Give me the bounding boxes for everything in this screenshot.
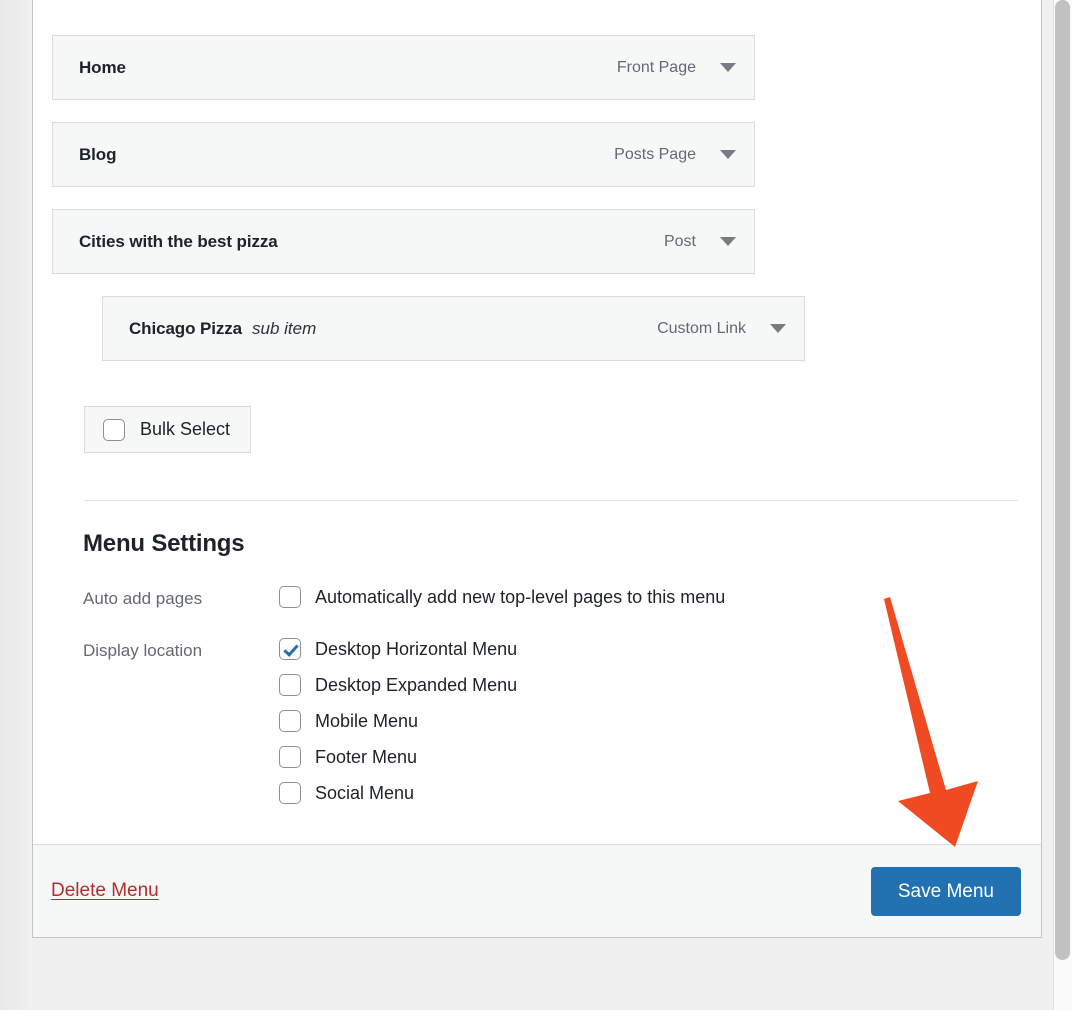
display-location-checkbox-desktop-expanded[interactable] xyxy=(279,674,301,696)
display-location-label: Display location xyxy=(83,638,279,664)
display-location-option-desktop-horizontal[interactable]: Desktop Horizontal Menu xyxy=(279,638,517,660)
auto-add-pages-option[interactable]: Automatically add new top-level pages to… xyxy=(279,586,725,608)
display-location-option-desktop-expanded[interactable]: Desktop Expanded Menu xyxy=(279,674,517,696)
vertical-scrollbar[interactable] xyxy=(1053,0,1072,1010)
bulk-select-label: Bulk Select xyxy=(140,419,230,440)
display-location-option-mobile[interactable]: Mobile Menu xyxy=(279,710,517,732)
menu-item-row[interactable]: Home Front Page xyxy=(52,35,755,100)
menu-editor-panel: Home Front Page Blog Posts Page Cities w… xyxy=(32,0,1042,938)
bulk-select-checkbox[interactable] xyxy=(103,419,125,441)
auto-add-pages-checkbox[interactable] xyxy=(279,586,301,608)
menu-item-meta: Post xyxy=(664,233,754,251)
menu-item-meta: Custom Link xyxy=(657,320,804,338)
menu-item-row[interactable]: Cities with the best pizza Post xyxy=(52,209,755,274)
auto-add-pages-label: Auto add pages xyxy=(83,586,279,612)
display-location-option-label: Social Menu xyxy=(315,782,414,804)
bulk-select-button[interactable]: Bulk Select xyxy=(84,406,251,453)
display-location-checkbox-mobile[interactable] xyxy=(279,710,301,732)
auto-add-pages-options: Automatically add new top-level pages to… xyxy=(279,586,725,608)
display-location-option-label: Footer Menu xyxy=(315,746,417,768)
auto-add-pages-option-label: Automatically add new top-level pages to… xyxy=(315,586,725,608)
menu-item-title: Chicago Pizza xyxy=(103,319,242,339)
display-location-checkbox-desktop-horizontal[interactable] xyxy=(279,638,301,660)
menu-item-type: Custom Link xyxy=(657,320,746,338)
screenshot-root: Home Front Page Blog Posts Page Cities w… xyxy=(0,0,1072,1010)
menu-item-type: Front Page xyxy=(617,59,696,77)
menu-editor-footer: Delete Menu Save Menu xyxy=(33,844,1041,937)
auto-add-pages-row: Auto add pages Automatically add new top… xyxy=(83,586,725,612)
display-location-options: Desktop Horizontal Menu Desktop Expanded… xyxy=(279,638,517,804)
menu-item-title: Home xyxy=(53,58,126,78)
menu-item-title: Blog xyxy=(53,145,116,165)
display-location-option-label: Mobile Menu xyxy=(315,710,418,732)
menu-editor-body: Home Front Page Blog Posts Page Cities w… xyxy=(33,0,1041,844)
display-location-checkbox-footer[interactable] xyxy=(279,746,301,768)
left-edge-shading xyxy=(0,0,32,1010)
menu-item-type: Posts Page xyxy=(614,146,696,164)
menu-item-row[interactable]: Blog Posts Page xyxy=(52,122,755,187)
menu-item-meta: Posts Page xyxy=(614,146,754,164)
menu-item-sub-label: sub item xyxy=(252,319,316,339)
scrollbar-thumb[interactable] xyxy=(1055,0,1070,960)
display-location-checkbox-social[interactable] xyxy=(279,782,301,804)
display-location-option-footer[interactable]: Footer Menu xyxy=(279,746,517,768)
menu-settings-heading: Menu Settings xyxy=(83,530,244,558)
delete-menu-link[interactable]: Delete Menu xyxy=(51,880,159,902)
chevron-down-icon[interactable] xyxy=(720,150,736,159)
menu-item-row-sub[interactable]: Chicago Pizza sub item Custom Link xyxy=(102,296,805,361)
display-location-row: Display location Desktop Horizontal Menu… xyxy=(83,638,517,804)
settings-divider xyxy=(84,500,1018,501)
menu-item-title: Cities with the best pizza xyxy=(53,232,278,252)
chevron-down-icon[interactable] xyxy=(720,63,736,72)
save-menu-button[interactable]: Save Menu xyxy=(871,867,1021,916)
menu-structure-list: Home Front Page Blog Posts Page Cities w… xyxy=(52,35,1012,383)
display-location-option-social[interactable]: Social Menu xyxy=(279,782,517,804)
chevron-down-icon[interactable] xyxy=(770,324,786,333)
menu-item-type: Post xyxy=(664,233,696,251)
display-location-option-label: Desktop Expanded Menu xyxy=(315,674,517,696)
menu-item-meta: Front Page xyxy=(617,59,754,77)
display-location-option-label: Desktop Horizontal Menu xyxy=(315,638,517,660)
chevron-down-icon[interactable] xyxy=(720,237,736,246)
